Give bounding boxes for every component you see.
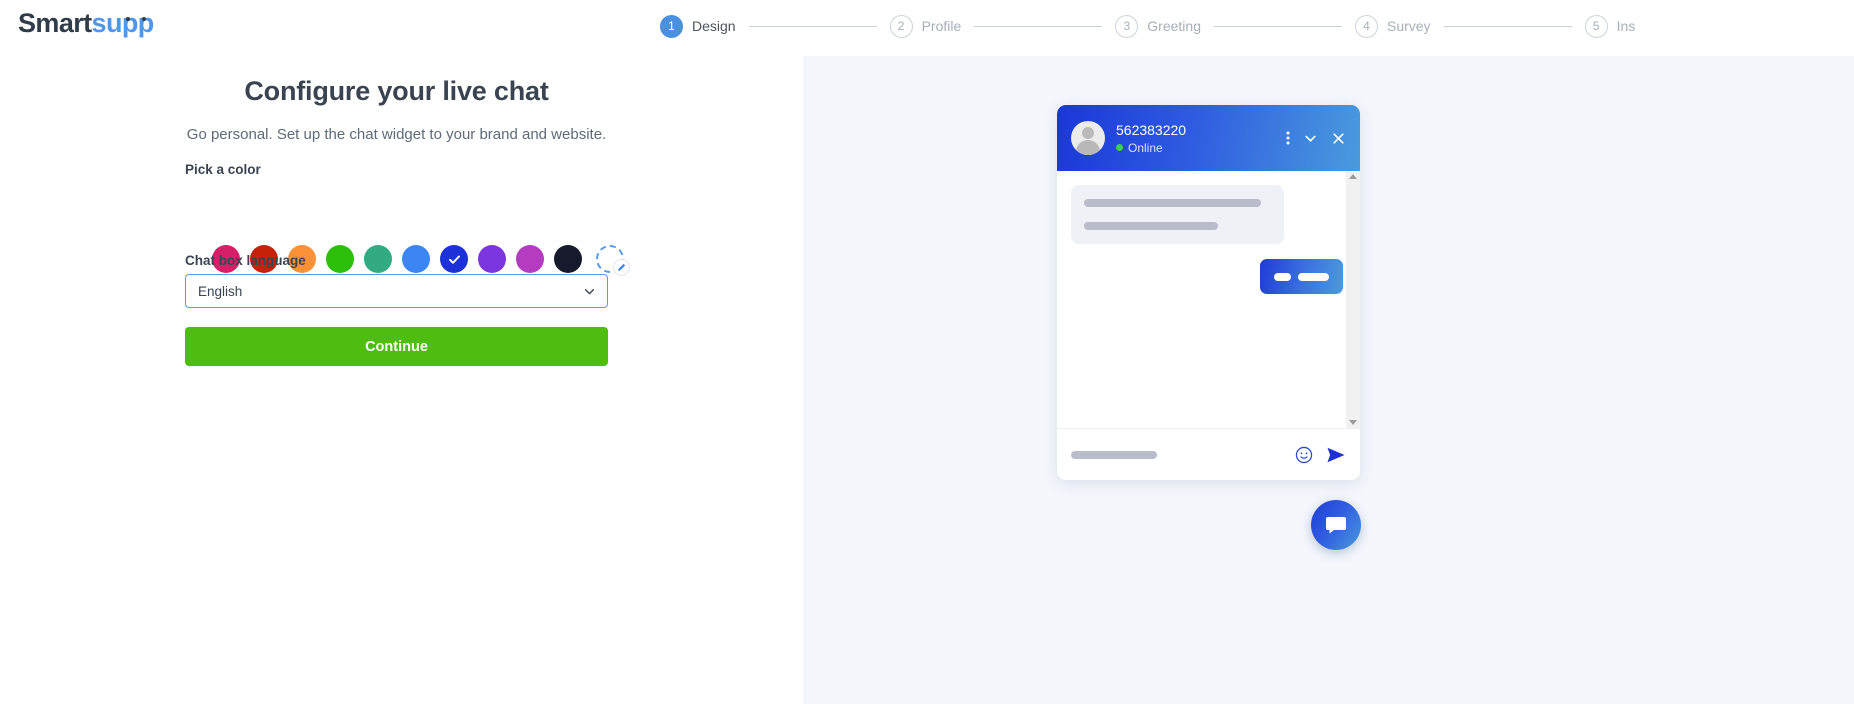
logo-supp-text: supp [91, 8, 155, 38]
chat-message-input[interactable] [1071, 450, 1157, 459]
online-status-dot-icon [1116, 144, 1123, 151]
language-select-wrapper: English [185, 274, 608, 308]
step-4-label: Survey [1386, 18, 1431, 34]
custom-color-picker[interactable] [596, 245, 630, 276]
step-2-label: Profile [921, 18, 962, 34]
step-2-number: 2 [889, 14, 913, 38]
step-1-label: Design [692, 18, 736, 34]
avatar-head-shape [1082, 127, 1094, 139]
chat-launcher-button[interactable] [1311, 500, 1361, 550]
pick-a-color-label: Pick a color [185, 162, 261, 177]
logo-eye-left-icon [125, 17, 130, 21]
step-connector-2 [974, 25, 1103, 27]
configuration-form-panel: Configure your live chat Go personal. Se… [0, 52, 803, 704]
page-subtitle: Go personal. Set up the chat widget to y… [186, 126, 607, 143]
step-connector-1 [748, 25, 877, 27]
chat-title: 562383220 [1116, 121, 1187, 138]
chat-widget-preview-panel: 562383220 Online [803, 56, 1854, 704]
pencil-badge [613, 259, 630, 276]
chat-widget-preview: 562383220 Online [1057, 105, 1360, 480]
incoming-message-placeholder [1071, 185, 1284, 244]
chat-message-area [1057, 171, 1360, 428]
chat-footer-actions [1295, 446, 1346, 464]
emoji-icon[interactable] [1295, 446, 1313, 464]
chat-bubble-icon [1326, 517, 1346, 534]
message-line-placeholder [1274, 272, 1291, 281]
chat-box-language-label: Chat box language [185, 253, 306, 268]
step-2-profile[interactable]: 2 Profile [889, 14, 962, 38]
onboarding-stepper: 1 Design 2 Profile 3 Greeting 4 Survey 5… [660, 14, 1635, 38]
logo-text-smart: Smart [18, 8, 92, 38]
step-3-label: Greeting [1147, 18, 1201, 34]
more-options-icon[interactable] [1286, 130, 1290, 146]
step-3-number: 3 [1115, 14, 1139, 38]
chat-widget-header: 562383220 Online [1057, 105, 1360, 171]
step-connector-4 [1443, 25, 1572, 27]
step-5-install[interactable]: 5 Ins [1584, 14, 1636, 38]
close-icon[interactable] [1331, 131, 1346, 146]
smartsupp-logo[interactable]: Smart supp [18, 8, 154, 39]
avatar [1071, 121, 1105, 155]
language-select[interactable]: English [185, 274, 608, 308]
top-bar: Smart supp 1 Design 2 Profile 3 Greeting… [0, 0, 1854, 52]
step-4-survey[interactable]: 4 Survey [1354, 14, 1431, 38]
logo-eye-right-icon [141, 17, 146, 21]
chat-identity: 562383220 Online [1116, 122, 1186, 155]
color-swatch-black[interactable] [554, 245, 582, 273]
step-1-design[interactable]: 1 Design [660, 14, 736, 38]
avatar-body-shape [1076, 140, 1100, 155]
message-line-placeholder [1084, 222, 1218, 230]
color-swatch-blue-selected[interactable] [440, 245, 468, 273]
send-icon[interactable] [1326, 446, 1346, 464]
chat-scrollbar[interactable] [1346, 171, 1360, 428]
scroll-down-arrow-icon[interactable] [1349, 420, 1357, 425]
chat-input-footer [1057, 428, 1360, 480]
color-swatch-green[interactable] [326, 245, 354, 273]
scroll-up-arrow-icon[interactable] [1349, 174, 1357, 179]
chevron-down-icon [584, 289, 595, 295]
page-title: Configure your live chat [244, 76, 549, 106]
language-select-value: English [198, 283, 243, 299]
chat-status: Online [1116, 141, 1186, 155]
step-connector-3 [1213, 25, 1342, 27]
chat-status-label: Online [1128, 140, 1163, 155]
color-swatch-violet[interactable] [478, 245, 506, 273]
continue-button[interactable]: Continue [185, 327, 608, 366]
step-5-number: 5 [1584, 14, 1608, 38]
check-icon [448, 255, 460, 264]
color-swatch-light-blue[interactable] [402, 245, 430, 273]
step-5-label: Ins [1616, 18, 1636, 34]
logo-text-supp: supp [91, 8, 155, 39]
chat-header-actions [1286, 130, 1346, 146]
step-1-number: 1 [660, 14, 683, 38]
color-swatch-magenta[interactable] [516, 245, 544, 273]
outgoing-message-placeholder [1260, 259, 1343, 294]
step-3-greeting[interactable]: 3 Greeting [1115, 14, 1201, 38]
pencil-icon [618, 263, 626, 271]
step-4-number: 4 [1354, 14, 1378, 38]
message-line-placeholder [1084, 199, 1261, 207]
message-line-placeholder [1298, 272, 1329, 281]
minimize-chevron-down-icon[interactable] [1303, 131, 1318, 146]
color-swatch-teal[interactable] [364, 245, 392, 273]
